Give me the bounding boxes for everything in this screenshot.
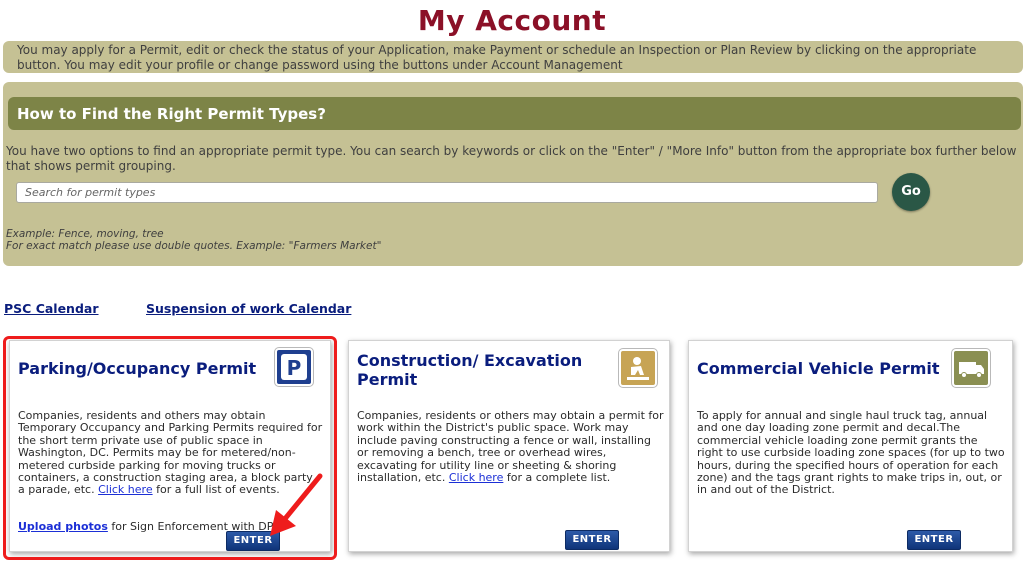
commercial-vehicle-description: To apply for annual and single haul truc… bbox=[697, 409, 1005, 497]
go-button[interactable]: Go bbox=[892, 173, 930, 211]
construction-permit-card: Construction/ Excavation Permit Companie… bbox=[348, 340, 670, 552]
example-line-2: For exact match please use double quotes… bbox=[6, 240, 382, 252]
intro-box: You may apply for a Permit, edit or chec… bbox=[3, 41, 1023, 73]
construction-permit-title: Construction/ Excavation Permit bbox=[357, 351, 583, 389]
construction-permit-description: Companies, residents or others may obtai… bbox=[357, 409, 664, 485]
search-input[interactable] bbox=[16, 182, 878, 203]
construction-enter-button[interactable]: ENTER bbox=[565, 530, 619, 550]
construction-worker-icon bbox=[619, 349, 657, 387]
commercial-enter-button[interactable]: ENTER bbox=[907, 530, 961, 550]
find-permit-title: How to Find the Right Permit Types? bbox=[17, 105, 326, 123]
suspension-calendar-link[interactable]: Suspension of work Calendar bbox=[146, 301, 351, 316]
commercial-vehicle-card: Commercial Vehicle Permit To apply for a… bbox=[688, 340, 1013, 552]
psc-calendar-link[interactable]: PSC Calendar bbox=[4, 301, 99, 316]
construction-click-here-link[interactable]: Click here bbox=[449, 471, 504, 484]
page-title: My Account bbox=[417, 4, 607, 37]
find-permit-description: You have two options to find an appropri… bbox=[6, 144, 1017, 173]
red-arrow-icon bbox=[270, 473, 323, 536]
example-line-1: Example: Fence, moving, tree bbox=[6, 228, 164, 240]
intro-text: You may apply for a Permit, edit or chec… bbox=[17, 43, 977, 72]
find-permit-header: How to Find the Right Permit Types? bbox=[8, 97, 1021, 130]
truck-icon bbox=[952, 349, 990, 387]
search-example: Example: Fence, moving, tree For exact m… bbox=[6, 228, 381, 252]
commercial-vehicle-title: Commercial Vehicle Permit bbox=[697, 359, 940, 378]
find-permit-panel: How to Find the Right Permit Types? You … bbox=[3, 82, 1023, 266]
